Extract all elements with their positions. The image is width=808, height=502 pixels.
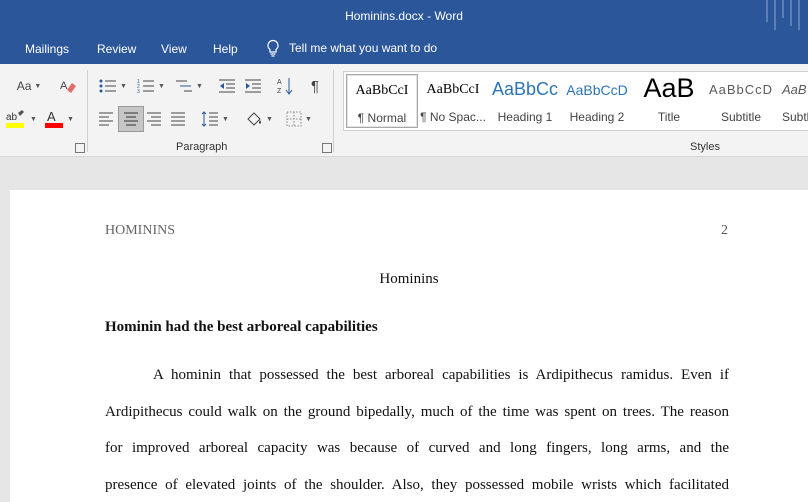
svg-text:A: A bbox=[60, 80, 68, 92]
group-separator bbox=[87, 70, 88, 152]
style-name: Heading 2 bbox=[569, 110, 625, 124]
style-title[interactable]: AaB Title bbox=[634, 73, 704, 126]
group-separator bbox=[333, 70, 334, 152]
change-case-label: Aa bbox=[16, 79, 32, 93]
body-line: for improved arboreal capacity was becau… bbox=[105, 440, 729, 456]
align-center-button[interactable] bbox=[118, 106, 144, 132]
justify-button[interactable] bbox=[167, 108, 189, 130]
title-bar-decoration bbox=[766, 0, 800, 30]
document-page[interactable]: HOMININS 2 Hominins Hominin had the best… bbox=[10, 190, 808, 502]
font-color-icon: A bbox=[45, 109, 64, 128]
font-color-button[interactable]: A ▼ bbox=[42, 108, 76, 130]
change-case-button[interactable]: Aa ▼ bbox=[12, 76, 46, 96]
svg-text:A: A bbox=[277, 79, 282, 86]
style-preview: AaB bbox=[643, 73, 695, 103]
paragraph-dialog-launcher[interactable] bbox=[322, 143, 332, 153]
text-highlight-button[interactable]: ab ▼ bbox=[4, 108, 38, 130]
bullets-icon bbox=[99, 79, 117, 93]
style-name: ¶ No Spac... bbox=[420, 110, 486, 124]
style-preview: AaBbCcI bbox=[426, 82, 480, 97]
style-name: ¶ Normal bbox=[357, 111, 407, 125]
increase-indent-button[interactable] bbox=[242, 76, 264, 96]
decrease-indent-button[interactable] bbox=[216, 76, 238, 96]
style-no-spacing[interactable]: AaBbCcI ¶ No Spac... bbox=[418, 74, 488, 126]
multilevel-list-icon bbox=[176, 80, 193, 92]
eraser-icon: A bbox=[60, 80, 76, 93]
pilcrow-icon: ¶ bbox=[310, 77, 320, 95]
decrease-indent-icon bbox=[219, 79, 235, 93]
document-canvas-background bbox=[0, 157, 808, 190]
align-left-button[interactable] bbox=[95, 108, 117, 130]
clear-formatting-button[interactable]: A bbox=[58, 76, 78, 96]
tab-review[interactable]: Review bbox=[97, 42, 136, 56]
align-left-icon bbox=[99, 112, 113, 126]
body-line: Ardipithecus could walk on the ground bi… bbox=[105, 404, 729, 420]
svg-text:A: A bbox=[47, 109, 56, 124]
align-center-icon bbox=[124, 112, 138, 126]
borders-button[interactable]: ▼ bbox=[282, 108, 316, 130]
shading-button[interactable]: ▼ bbox=[242, 108, 276, 130]
body-line: presence of elevated joints of the shoul… bbox=[105, 477, 729, 493]
tell-me-search[interactable]: Tell me what you want to do bbox=[266, 39, 437, 57]
style-name: Heading 1 bbox=[497, 110, 553, 124]
page-number: 2 bbox=[721, 223, 728, 238]
tab-help[interactable]: Help bbox=[213, 42, 238, 56]
numbering-icon: 1 2 3 bbox=[137, 79, 155, 93]
style-preview: AaBbCcI bbox=[355, 83, 409, 98]
title-bar: Hominins.docx - Word bbox=[0, 0, 808, 34]
style-preview: AaB bbox=[782, 82, 807, 97]
multilevel-list-button[interactable]: ▼ bbox=[172, 76, 206, 96]
body-line: A hominin that possessed the best arbore… bbox=[153, 367, 729, 383]
line-spacing-button[interactable]: ▼ bbox=[198, 108, 232, 130]
font-dialog-launcher[interactable] bbox=[75, 143, 85, 153]
sort-icon: AZ bbox=[277, 78, 293, 95]
style-subtle-emphasis[interactable]: AaB Subtl bbox=[778, 74, 808, 126]
paint-bucket-icon bbox=[247, 112, 262, 126]
style-heading-2[interactable]: AaBbCcD Heading 2 bbox=[562, 74, 632, 126]
align-right-icon bbox=[147, 112, 161, 126]
style-preview: AaBbCc bbox=[491, 79, 559, 99]
highlighter-icon: ab bbox=[6, 110, 25, 128]
increase-indent-icon bbox=[245, 79, 261, 93]
tab-view[interactable]: View bbox=[161, 42, 187, 56]
styles-gallery: AaBbCcI ¶ Normal AaBbCcI ¶ No Spac... Aa… bbox=[343, 71, 808, 131]
style-name: Subtitle bbox=[720, 110, 762, 124]
align-right-button[interactable] bbox=[143, 108, 165, 130]
show-formatting-marks-button[interactable]: ¶ bbox=[304, 76, 326, 96]
section-heading: Hominin had the best arboreal capabiliti… bbox=[105, 319, 378, 335]
style-preview: AaBbCcD bbox=[566, 82, 628, 98]
lightbulb-icon bbox=[267, 39, 279, 57]
style-subtitle[interactable]: AaBbCcD Subtitle bbox=[706, 74, 776, 126]
numbering-button[interactable]: 1 2 3 ▼ bbox=[134, 76, 168, 96]
justify-icon bbox=[171, 112, 185, 126]
svg-text:3: 3 bbox=[137, 89, 140, 93]
svg-text:ab: ab bbox=[6, 112, 18, 123]
running-header-title: HOMININS bbox=[105, 223, 175, 238]
style-name: Subtl bbox=[782, 110, 808, 124]
menu-bar: Mailings Review View Help Tell me what y… bbox=[0, 34, 808, 64]
document-title: Hominins bbox=[379, 271, 439, 287]
style-name: Title bbox=[657, 110, 681, 124]
bullets-button[interactable]: ▼ bbox=[96, 76, 130, 96]
style-heading-1[interactable]: AaBbCc Heading 1 bbox=[490, 74, 560, 126]
borders-icon bbox=[286, 111, 302, 127]
window-title: Hominins.docx - Word bbox=[345, 9, 463, 23]
line-spacing-icon bbox=[201, 111, 219, 127]
style-preview: AaBbCcD bbox=[708, 82, 774, 97]
paragraph-group-label: Paragraph bbox=[176, 141, 228, 153]
svg-text:Z: Z bbox=[277, 88, 282, 95]
tell-me-label: Tell me what you want to do bbox=[289, 41, 438, 55]
styles-group-label: Styles bbox=[690, 141, 720, 153]
tab-mailings[interactable]: Mailings bbox=[25, 42, 69, 56]
style-normal[interactable]: AaBbCcI ¶ Normal bbox=[346, 74, 418, 128]
sort-button[interactable]: AZ bbox=[274, 76, 296, 96]
ribbon: Aa ▼ A ab ▼ A ▼ ▼ 1 2 3 ▼ ▼ A Z ¶ ▼ ▼ ▼ … bbox=[0, 64, 808, 157]
